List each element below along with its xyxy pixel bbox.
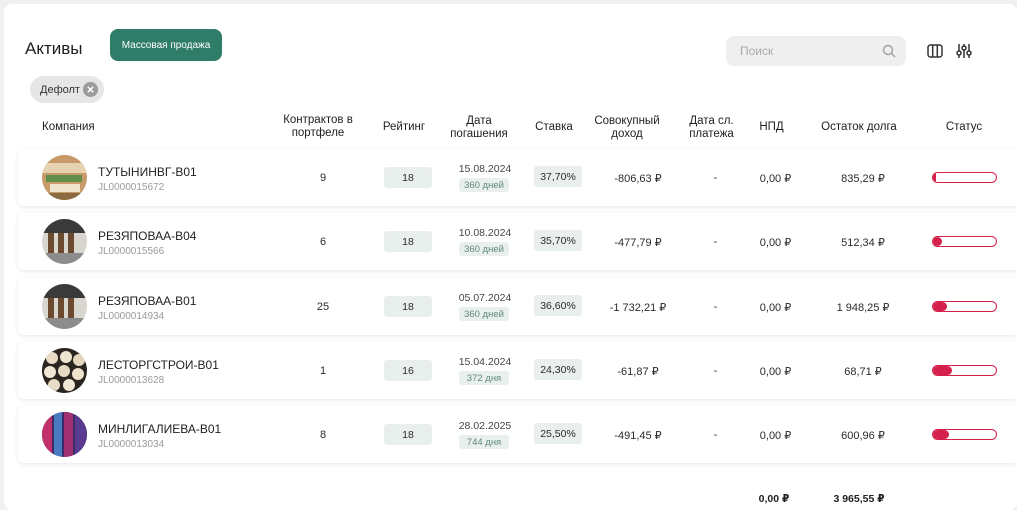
- status-fill: [933, 366, 952, 375]
- debt-value: 835,29 ₽: [841, 173, 885, 185]
- maturity-date: 15.04.2024: [458, 356, 512, 368]
- company-id: JL0000015566: [98, 246, 165, 257]
- col-income[interactable]: Совокупный доход: [592, 115, 662, 141]
- col-debt[interactable]: Остаток долга: [809, 121, 909, 134]
- company-id: JL0000013034: [98, 439, 165, 450]
- debt-value: 1 948,25 ₽: [836, 302, 890, 314]
- rate-badge: 37,70%: [534, 166, 582, 187]
- income-value: -477,79 ₽: [614, 237, 662, 249]
- maturity-date: 15.08.2024: [458, 163, 512, 175]
- company-id: JL0000015672: [98, 182, 165, 193]
- page-title: Активы: [25, 39, 83, 58]
- table-row[interactable]: МИНЛИГАЛИЕВА-В01 JL0000013034 8 18 28.02…: [18, 406, 1017, 463]
- npd-value: 0,00 ₽: [759, 302, 792, 314]
- assets-panel: Активы Массовая продажа Дефолт Компания …: [4, 4, 1017, 510]
- search-input[interactable]: [740, 44, 870, 58]
- days-badge: 372 дня: [459, 371, 509, 385]
- company-avatar: [42, 412, 87, 457]
- rating-badge: 18: [384, 231, 432, 252]
- filter-chip: Дефолт: [30, 76, 104, 103]
- debt-value: 68,71 ₽: [844, 366, 882, 378]
- npd-value: 0,00 ₽: [759, 237, 792, 249]
- next-payment: -: [713, 236, 718, 248]
- contracts-count: 1: [319, 365, 327, 377]
- income-value: -806,63 ₽: [614, 173, 662, 185]
- col-contracts[interactable]: Контрактов в портфеле: [274, 114, 362, 140]
- filter-chip-label: Дефолт: [40, 83, 80, 96]
- maturity-date: 10.08.2024: [458, 227, 512, 239]
- npd-value: 0,00 ₽: [759, 430, 792, 442]
- status-bar: [932, 301, 997, 312]
- income-value: -1 732,21 ₽: [609, 302, 667, 314]
- npd-value: 0,00 ₽: [759, 173, 792, 185]
- col-npd[interactable]: НПД: [749, 121, 794, 134]
- maturity-date: 05.07.2024: [458, 292, 512, 304]
- status-fill: [933, 173, 937, 182]
- company-id: JL0000013628: [98, 375, 165, 386]
- close-icon[interactable]: [83, 82, 98, 97]
- debt-value: 512,34 ₽: [841, 237, 885, 249]
- mass-sale-button[interactable]: Массовая продажа: [110, 29, 222, 61]
- rating-badge: 18: [384, 167, 432, 188]
- status-fill: [933, 302, 947, 311]
- status-fill: [933, 237, 943, 246]
- col-status[interactable]: Статус: [934, 121, 994, 134]
- company-id: JL0000014934: [98, 311, 165, 322]
- rating-badge: 18: [384, 424, 432, 445]
- company-avatar: [42, 155, 87, 200]
- company-avatar: [42, 219, 87, 264]
- table-row[interactable]: РЕЗЯПОВАА-В04 JL0000015566 6 18 10.08.20…: [18, 213, 1017, 270]
- status-bar: [932, 172, 997, 183]
- contracts-count: 25: [316, 301, 330, 313]
- status-bar: [932, 236, 997, 247]
- company-avatar: [42, 284, 87, 329]
- rate-badge: 36,60%: [534, 295, 582, 316]
- company-name[interactable]: МИНЛИГАЛИЕВА-В01: [98, 422, 221, 436]
- income-value: -61,87 ₽: [617, 366, 659, 378]
- search-icon[interactable]: [882, 44, 896, 58]
- col-company[interactable]: Компания: [42, 121, 95, 134]
- contracts-count: 9: [319, 172, 327, 184]
- next-payment: -: [713, 172, 718, 184]
- days-badge: 360 дней: [459, 242, 509, 256]
- status-bar: [932, 429, 997, 440]
- days-badge: 360 дней: [459, 307, 509, 321]
- income-value: -491,45 ₽: [614, 430, 662, 442]
- status-bar: [932, 365, 997, 376]
- contracts-count: 6: [319, 236, 327, 248]
- status-fill: [933, 430, 949, 439]
- table-row[interactable]: ЛЕСТОРГСТРОИ-В01 JL0000013628 1 16 15.04…: [18, 342, 1017, 399]
- next-payment: -: [713, 365, 718, 377]
- company-avatar: [42, 348, 87, 393]
- next-payment: -: [713, 301, 718, 313]
- company-name[interactable]: РЕЗЯПОВАА-В01: [98, 294, 196, 308]
- rating-badge: 16: [384, 360, 432, 381]
- col-rate[interactable]: Ставка: [524, 121, 584, 134]
- days-badge: 744 дня: [459, 435, 509, 449]
- days-badge: 360 дней: [459, 178, 509, 192]
- next-payment: -: [713, 429, 718, 441]
- rate-badge: 25,50%: [534, 423, 582, 444]
- debt-value: 600,96 ₽: [841, 430, 885, 442]
- total-debt: 3 965,55 ₽: [833, 493, 885, 505]
- table-row[interactable]: ТУТЫНИНВГ-В01 JL0000015672 9 18 15.08.20…: [18, 149, 1017, 206]
- search-box[interactable]: [726, 36, 906, 66]
- npd-value: 0,00 ₽: [759, 366, 792, 378]
- col-maturity[interactable]: Дата погашения: [444, 115, 514, 141]
- total-npd: 0,00 ₽: [758, 493, 790, 505]
- company-name[interactable]: ТУТЫНИНВГ-В01: [98, 165, 197, 179]
- rate-badge: 35,70%: [534, 230, 582, 251]
- columns-icon[interactable]: [926, 42, 944, 60]
- maturity-date: 28.02.2025: [458, 420, 512, 432]
- rating-badge: 18: [384, 296, 432, 317]
- col-rating[interactable]: Рейтинг: [374, 121, 434, 134]
- company-name[interactable]: РЕЗЯПОВАА-В04: [98, 229, 196, 243]
- contracts-count: 8: [319, 429, 327, 441]
- col-next-payment[interactable]: Дата сл. платежа: [679, 115, 744, 141]
- sliders-icon[interactable]: [955, 42, 973, 60]
- company-name[interactable]: ЛЕСТОРГСТРОИ-В01: [98, 358, 219, 372]
- table-row[interactable]: РЕЗЯПОВАА-В01 JL0000014934 25 18 05.07.2…: [18, 278, 1017, 335]
- rate-badge: 24,30%: [534, 359, 582, 380]
